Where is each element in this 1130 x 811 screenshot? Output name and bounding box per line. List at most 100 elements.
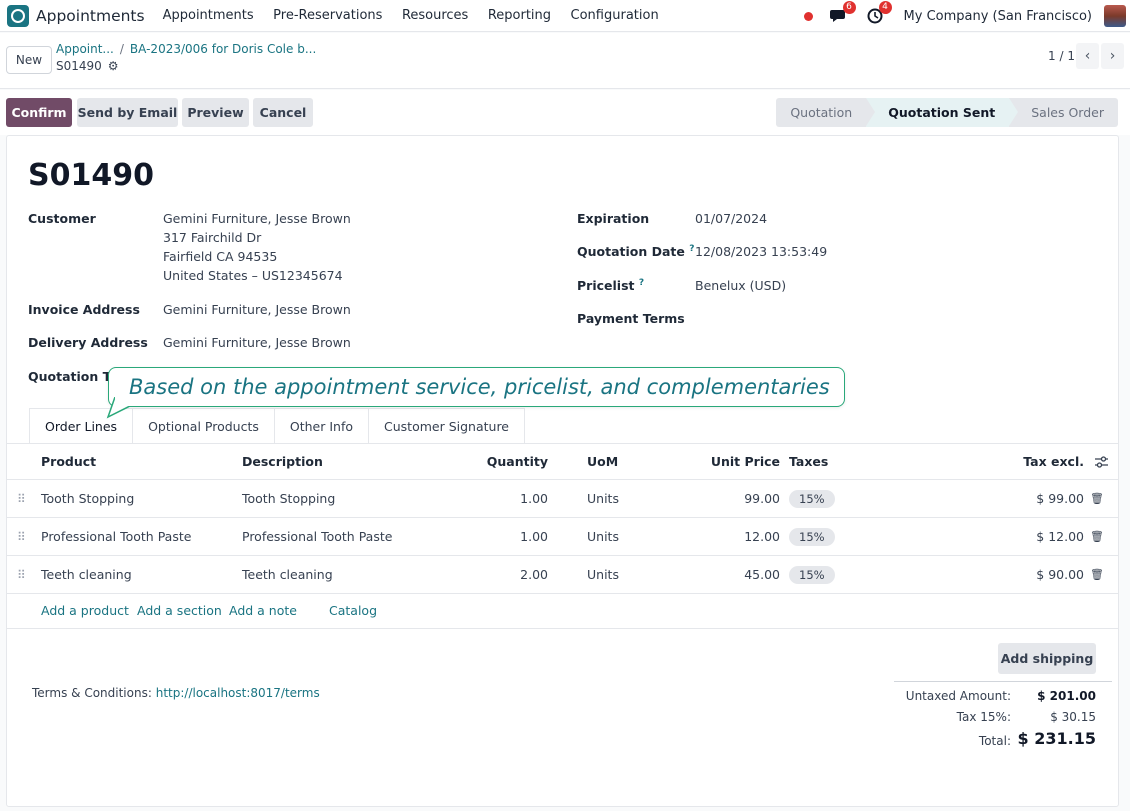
action-bar: Confirm Send by Email Preview Cancel Quo…: [0, 90, 1130, 135]
messages-icon[interactable]: 6: [828, 1, 856, 27]
row-quantity[interactable]: 1.00: [520, 480, 548, 517]
quotation-date-label: Quotation Date ?: [577, 244, 694, 259]
breadcrumb-appointments[interactable]: Appoint...: [56, 42, 114, 56]
quotation-date-label-text: Quotation Date: [577, 244, 685, 260]
total-value: $ 231.15: [1017, 729, 1096, 748]
menu-reporting[interactable]: Reporting: [488, 8, 551, 23]
drag-handle-icon[interactable]: ⠿: [17, 480, 26, 517]
row-quantity[interactable]: 1.00: [520, 518, 548, 555]
col-product[interactable]: Product: [41, 444, 96, 479]
pager-value[interactable]: 1 / 1: [1048, 49, 1075, 63]
catalog-link[interactable]: Catalog: [329, 603, 377, 618]
tax-badge[interactable]: 15%: [789, 527, 835, 546]
trash-icon[interactable]: 🗑: [1090, 518, 1104, 555]
col-taxes[interactable]: Taxes: [789, 444, 828, 479]
preview-button[interactable]: Preview: [182, 98, 249, 127]
col-description[interactable]: Description: [242, 444, 323, 479]
row-description[interactable]: Tooth Stopping: [242, 480, 335, 517]
trash-icon[interactable]: 🗑: [1090, 480, 1104, 517]
company-switcher[interactable]: My Company (San Francisco): [904, 9, 1092, 24]
customer-line: 317 Fairchild Dr: [163, 230, 262, 245]
add-shipping-button[interactable]: Add shipping: [998, 643, 1096, 674]
help-icon[interactable]: ?: [689, 244, 694, 254]
control-panel: New Appoint... / BA-2023/006 for Doris C…: [0, 33, 1130, 89]
help-icon[interactable]: ?: [639, 278, 644, 288]
customer-field[interactable]: Gemini Furniture, Jesse Brown 317 Fairch…: [163, 209, 351, 285]
guide-tooltip-bubble: Based on the appointment service, pricel…: [108, 367, 845, 407]
menu-resources[interactable]: Resources: [402, 8, 468, 23]
row-product[interactable]: Professional Tooth Paste: [41, 518, 191, 555]
tax-value: $ 30.15: [1050, 710, 1096, 724]
gear-icon[interactable]: ⚙: [108, 59, 119, 73]
expiration-field[interactable]: 01/07/2024: [695, 209, 767, 228]
invoice-address-field[interactable]: Gemini Furniture, Jesse Brown: [163, 300, 351, 319]
menu-configuration[interactable]: Configuration: [571, 8, 659, 23]
delivery-address-field[interactable]: Gemini Furniture, Jesse Brown: [163, 333, 351, 352]
row-unit-price[interactable]: 45.00: [744, 556, 780, 593]
pricelist-field[interactable]: Benelux (USD): [695, 276, 786, 295]
new-button[interactable]: New: [6, 46, 52, 74]
cancel-button[interactable]: Cancel: [253, 98, 313, 127]
status-bar: Quotation Quotation Sent Sales Order: [776, 98, 1118, 127]
row-subtotal: $ 12.00: [1036, 529, 1084, 544]
col-quantity[interactable]: Quantity: [487, 444, 548, 479]
menu-pre-reservations[interactable]: Pre-Reservations: [273, 8, 382, 23]
col-uom[interactable]: UoM: [587, 444, 618, 479]
row-product[interactable]: Teeth cleaning: [41, 556, 132, 593]
add-note-link[interactable]: Add a note: [229, 603, 297, 618]
table-row[interactable]: ⠿ Tooth Stopping Tooth Stopping 1.00 Uni…: [7, 480, 1118, 518]
appointments-app-icon[interactable]: [7, 4, 29, 27]
stage-quotation[interactable]: Quotation: [776, 98, 876, 127]
customer-line: Fairfield CA 94535: [163, 249, 278, 264]
col-unit-price[interactable]: Unit Price: [711, 444, 780, 479]
add-section-link[interactable]: Add a section: [137, 603, 222, 618]
untaxed-amount-value: $ 201.00: [1037, 689, 1096, 703]
drag-handle-icon[interactable]: ⠿: [17, 556, 26, 593]
tax-badge[interactable]: 15%: [789, 489, 835, 508]
row-uom[interactable]: Units: [587, 556, 619, 593]
row-unit-price[interactable]: 99.00: [744, 480, 780, 517]
col-tax-excl[interactable]: Tax excl.: [1023, 444, 1084, 479]
stage-quotation-sent[interactable]: Quotation Sent: [866, 98, 1019, 127]
add-line-row: Add a product Add a section Add a note C…: [7, 593, 1118, 629]
row-description[interactable]: Teeth cleaning: [242, 556, 333, 593]
notebook-tabs: Order Lines Optional Products Other Info…: [29, 408, 525, 444]
row-quantity[interactable]: 2.00: [520, 556, 548, 593]
invoice-address-label: Invoice Address: [28, 302, 140, 317]
tab-customer-signature[interactable]: Customer Signature: [368, 408, 525, 444]
row-product[interactable]: Tooth Stopping: [41, 480, 134, 517]
pricelist-label: Pricelist ?: [577, 278, 644, 293]
menu-appointments[interactable]: Appointments: [163, 8, 254, 23]
optional-columns-icon[interactable]: [1095, 444, 1108, 479]
record-name: S01490 ⚙: [56, 59, 119, 73]
user-avatar[interactable]: [1104, 5, 1126, 27]
drag-handle-icon[interactable]: ⠿: [17, 518, 26, 555]
trash-icon[interactable]: 🗑: [1090, 556, 1104, 593]
tab-optional-products[interactable]: Optional Products: [132, 408, 275, 444]
send-by-email-button[interactable]: Send by Email: [77, 98, 178, 127]
terms-link[interactable]: http://localhost:8017/terms: [156, 686, 320, 700]
breadcrumb-booking[interactable]: BA-2023/006 for Doris Cole b...: [130, 42, 316, 56]
pager-previous-button[interactable]: ‹: [1076, 43, 1099, 69]
terms-conditions: Terms & Conditions: http://localhost:801…: [32, 686, 320, 700]
stage-sales-order[interactable]: Sales Order: [1009, 98, 1118, 127]
stage-sales-order-label: Sales Order: [1031, 105, 1104, 120]
activities-clock-icon[interactable]: 4: [864, 1, 892, 27]
app-name[interactable]: Appointments: [36, 7, 145, 25]
tab-other-info[interactable]: Other Info: [273, 408, 369, 444]
table-row[interactable]: ⠿ Professional Tooth Paste Professional …: [7, 518, 1118, 556]
add-product-link[interactable]: Add a product: [41, 603, 129, 618]
order-lines-header: Product Description Quantity UoM Unit Pr…: [7, 444, 1118, 480]
row-uom[interactable]: Units: [587, 518, 619, 555]
tax-badge[interactable]: 15%: [789, 565, 835, 584]
recording-dot-icon[interactable]: [803, 11, 813, 21]
row-uom[interactable]: Units: [587, 480, 619, 517]
confirm-button[interactable]: Confirm: [6, 98, 72, 127]
table-row[interactable]: ⠿ Teeth cleaning Teeth cleaning 2.00 Uni…: [7, 556, 1118, 594]
row-unit-price[interactable]: 12.00: [744, 518, 780, 555]
quotation-date-field[interactable]: 12/08/2023 13:53:49: [695, 242, 827, 261]
row-subtotal: $ 99.00: [1036, 491, 1084, 506]
row-description[interactable]: Professional Tooth Paste: [242, 518, 392, 555]
pager-next-button[interactable]: ›: [1101, 43, 1124, 69]
customer-line: Gemini Furniture, Jesse Brown: [163, 211, 351, 226]
